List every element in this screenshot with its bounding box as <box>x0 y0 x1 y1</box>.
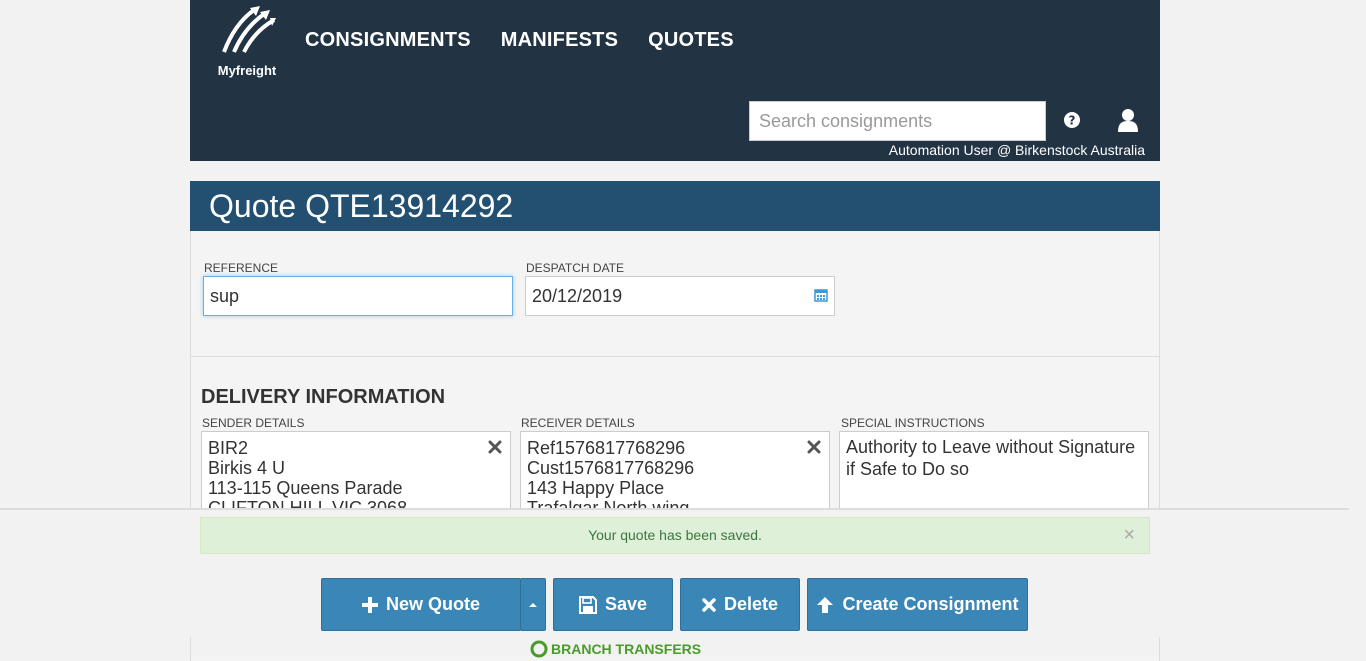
user-account-label: Automation User @ Birkenstock Australia <box>888 142 1145 158</box>
despatch-date-label: DESPATCH DATE <box>526 261 625 275</box>
circle-icon <box>530 640 548 658</box>
page-title: Quote QTE13914292 <box>190 181 1160 231</box>
create-consignment-button[interactable]: Create Consignment <box>807 578 1028 631</box>
branch-transfers-link[interactable]: BRANCH TRANSFERS <box>530 640 701 658</box>
new-quote-button[interactable]: New Quote <box>321 578 521 631</box>
reference-input[interactable] <box>203 276 513 316</box>
sender-line: 113-115 Queens Parade <box>208 478 403 498</box>
new-quote-label: New Quote <box>385 594 480 614</box>
alert-close-button[interactable]: × <box>1123 518 1135 553</box>
action-footer: Your quote has been saved. × New Quote S… <box>0 508 1349 658</box>
remove-sender-icon[interactable] <box>488 440 502 454</box>
remove-receiver-icon[interactable] <box>807 440 821 454</box>
sender-line: BIR2 <box>208 438 249 458</box>
brand-logo[interactable]: Myfreight <box>210 6 284 78</box>
svg-text:?: ? <box>1069 114 1076 128</box>
panel-border-right <box>1159 637 1160 656</box>
receiver-line: 143 Happy Place <box>527 478 665 498</box>
receiver-details-label: RECEIVER DETAILS <box>521 416 635 430</box>
times-icon <box>702 597 716 612</box>
success-alert: Your quote has been saved. × <box>200 517 1150 554</box>
branch-transfers-label: BRANCH TRANSFERS <box>551 641 702 657</box>
save-button[interactable]: Save <box>553 578 673 631</box>
delivery-section-title: DELIVERY INFORMATION <box>201 386 446 408</box>
search-input[interactable] <box>749 101 1046 141</box>
delete-label: Delete <box>723 594 779 614</box>
sender-details-label: SENDER DETAILS <box>202 416 305 430</box>
despatch-date-input[interactable] <box>525 276 835 316</box>
receiver-details-box[interactable]: Ref1576817768296 Cust1576817768296 143 H… <box>520 431 830 511</box>
nav-consignments[interactable]: CONSIGNMENTS <box>305 29 471 52</box>
save-label: Save <box>604 594 648 614</box>
brand-name: Myfreight <box>217 63 277 78</box>
section-divider <box>191 356 1159 357</box>
create-consignment-label: Create Consignment <box>842 594 1019 614</box>
main-nav: CONSIGNMENTS MANIFESTS QUOTES <box>305 29 764 52</box>
delete-button[interactable]: Delete <box>680 578 800 631</box>
caret-up-icon <box>529 602 537 607</box>
logo-arrows-icon <box>222 6 276 53</box>
receiver-line: Ref1576817768296 <box>527 438 686 458</box>
special-instructions-textarea[interactable]: Authority to Leave without Signature if … <box>839 431 1149 511</box>
panel-border-left <box>190 637 191 656</box>
reference-label: REFERENCE <box>204 261 279 275</box>
plus-icon <box>361 596 378 613</box>
top-navbar: Myfreight CONSIGNMENTS MANIFESTS QUOTES … <box>190 0 1160 161</box>
sender-line: Birkis 4 U <box>208 458 286 478</box>
receiver-line: Cust1576817768296 <box>527 458 695 478</box>
user-icon[interactable] <box>1116 108 1140 132</box>
sender-details-box[interactable]: BIR2 Birkis 4 U 113-115 Queens Parade CL… <box>201 431 511 511</box>
alert-message: Your quote has been saved. <box>588 527 762 543</box>
nav-quotes[interactable]: QUOTES <box>648 29 734 52</box>
new-quote-dropdown-toggle[interactable] <box>520 578 546 631</box>
nav-manifests[interactable]: MANIFESTS <box>501 29 618 52</box>
help-icon[interactable]: ? <box>1063 111 1081 129</box>
arrow-up-icon <box>817 596 834 613</box>
floppy-disk-icon <box>578 595 597 614</box>
calendar-icon[interactable] <box>814 288 828 302</box>
special-instructions-label: SPECIAL INSTRUCTIONS <box>841 416 985 430</box>
